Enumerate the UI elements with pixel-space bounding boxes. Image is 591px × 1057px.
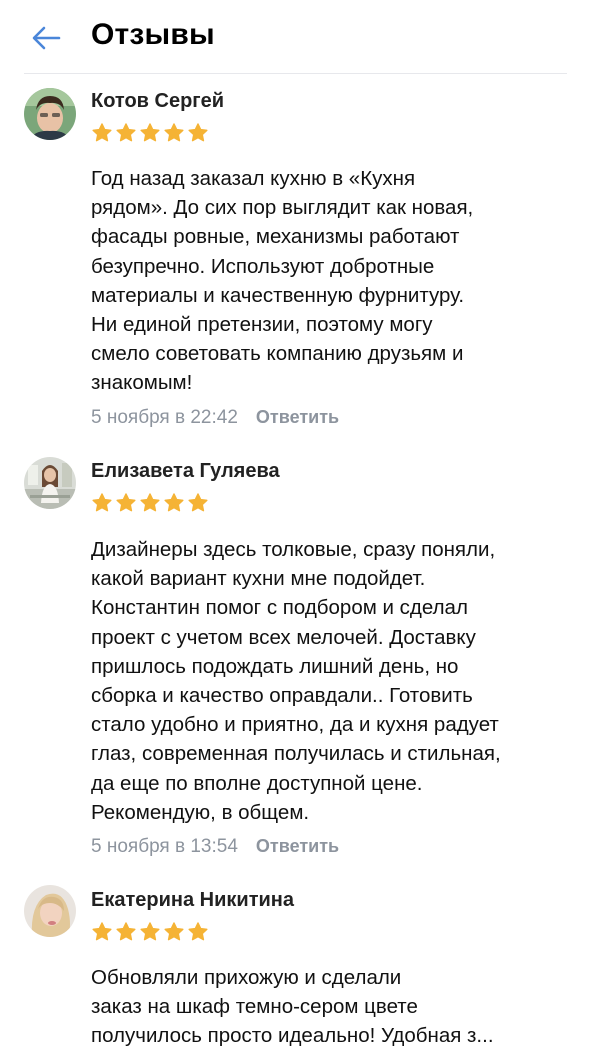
avatar[interactable] bbox=[24, 457, 76, 509]
rating-stars bbox=[91, 921, 209, 943]
header-divider bbox=[24, 73, 567, 74]
star-icon bbox=[116, 123, 136, 142]
page-title: Отзывы bbox=[91, 18, 215, 51]
star-icon bbox=[140, 493, 160, 512]
star-icon bbox=[188, 922, 208, 941]
user-photo bbox=[24, 457, 76, 509]
avatar[interactable] bbox=[24, 88, 76, 140]
author-name[interactable]: Котов Сергей bbox=[91, 90, 224, 113]
review-meta: 5 ноября в 13:54 Ответить bbox=[91, 836, 339, 858]
star-icon bbox=[140, 123, 160, 142]
star-icon bbox=[92, 922, 112, 941]
star-icon bbox=[164, 922, 184, 941]
rating-stars bbox=[91, 122, 209, 144]
reply-button[interactable]: Ответить bbox=[256, 836, 339, 857]
star-icon bbox=[116, 493, 136, 512]
back-button[interactable] bbox=[28, 20, 64, 56]
star-icon bbox=[92, 493, 112, 512]
star-icon bbox=[188, 493, 208, 512]
arrow-left-icon bbox=[32, 26, 61, 50]
user-photo bbox=[24, 88, 76, 140]
star-icon bbox=[164, 493, 184, 512]
review-date: 5 ноября в 13:54 bbox=[91, 836, 238, 857]
star-icon bbox=[116, 922, 136, 941]
review-text: Обновляли прихожую и сделали заказ на шк… bbox=[91, 966, 494, 1048]
star-icon bbox=[140, 922, 160, 941]
app-header: Отзывы bbox=[0, 0, 591, 74]
review-meta: 5 ноября в 22:42 Ответить bbox=[91, 407, 339, 429]
reply-button[interactable]: Ответить bbox=[256, 407, 339, 428]
author-name[interactable]: Екатерина Никитина bbox=[91, 889, 294, 912]
user-photo bbox=[24, 885, 76, 937]
author-name[interactable]: Елизавета Гуляева bbox=[91, 460, 280, 483]
review-date: 5 ноября в 22:42 bbox=[91, 407, 238, 428]
review-text: Год назад заказал кухню в «Кухня рядом».… bbox=[91, 167, 474, 395]
star-icon bbox=[188, 123, 208, 142]
star-icon bbox=[164, 123, 184, 142]
star-icon bbox=[92, 123, 112, 142]
review-text: Дизайнеры здесь толковые, сразу поняли, … bbox=[91, 538, 501, 824]
rating-stars bbox=[91, 492, 209, 514]
avatar[interactable] bbox=[24, 885, 76, 937]
